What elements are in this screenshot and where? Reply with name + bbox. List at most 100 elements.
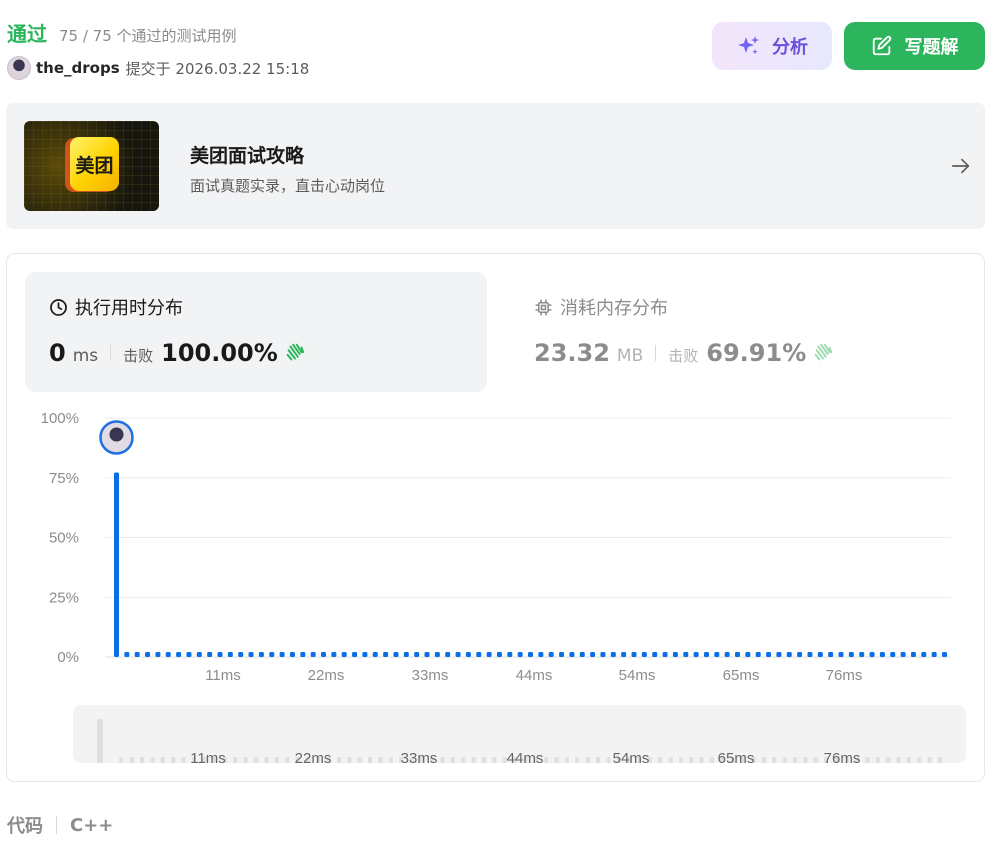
chart-bar <box>910 652 916 657</box>
navigator-bar <box>243 757 248 763</box>
chart-bar <box>900 652 906 657</box>
chart-bar <box>724 652 730 657</box>
navigator-bar <box>254 757 259 763</box>
chart-bar <box>662 652 668 657</box>
chart-bar <box>683 652 689 657</box>
navigator-tick-label: 11ms <box>190 750 226 767</box>
arrow-right-icon <box>951 158 970 174</box>
navigator-bar <box>606 757 611 763</box>
x-tick-label: 33ms <box>412 667 449 684</box>
chart-bar <box>258 652 264 657</box>
x-tick-label: 76ms <box>826 667 863 684</box>
navigator-bar <box>575 757 580 763</box>
navigator-bar <box>585 757 590 763</box>
promo-banner[interactable]: 美团 美团面试攻略 面试真题实录，直击心动岗位 <box>6 103 985 229</box>
chart-bar <box>735 652 740 657</box>
navigator-bar <box>544 757 549 763</box>
chart-bar <box>434 652 440 657</box>
chart-bar <box>217 652 223 657</box>
chart-bar <box>579 652 585 657</box>
navigator-bar <box>668 757 673 763</box>
navigator-bar <box>440 757 445 763</box>
navigator-bar <box>150 757 155 763</box>
navigator-bar <box>388 757 393 763</box>
analyze-button[interactable]: 分析 <box>712 22 832 70</box>
write-solution-button[interactable]: 写题解 <box>844 22 985 70</box>
chart-bar <box>227 652 233 657</box>
navigator-bar <box>927 757 932 763</box>
y-tick-label: 50% <box>49 530 79 547</box>
navigator-tick-label: 22ms <box>295 750 332 767</box>
username[interactable]: the_drops <box>36 59 120 77</box>
chart-bar <box>817 652 823 657</box>
navigator-bar <box>347 757 352 763</box>
y-tick-label: 25% <box>49 589 79 606</box>
x-tick-label: 11ms <box>205 667 241 684</box>
chart-bar <box>600 652 606 657</box>
avatar-hair <box>109 427 124 442</box>
navigator-bar <box>160 757 165 763</box>
write-solution-label: 写题解 <box>904 37 959 58</box>
chart-bar <box>745 652 751 657</box>
chart-bar <box>445 652 451 657</box>
submission-status: 通过 75 / 75 个通过的测试用例 <box>7 18 237 47</box>
chart-bar <box>714 652 720 657</box>
chart-bar <box>124 652 130 657</box>
runtime-distribution-chart[interactable]: 0% 25% 50% 75% 100% 11ms 22ms 33ms 44ms 54ms 65ms 7… <box>7 254 984 781</box>
code-language[interactable]: C++ <box>70 815 113 836</box>
performance-panel: 执行用时分布 0 ms 击败 100.00% 消耗内存分布 23.32 MB 击… <box>6 253 985 782</box>
navigator-bar <box>336 757 341 763</box>
chart-bar <box>890 652 896 657</box>
navigator-bar <box>761 757 766 763</box>
navigator-bar <box>264 757 269 763</box>
x-tick-label: 22ms <box>308 667 345 684</box>
chart-bar <box>134 652 140 657</box>
chart-bar <box>776 652 782 657</box>
navigator-bar <box>689 757 694 763</box>
sparkle-icon <box>738 36 759 55</box>
chart-bar <box>507 652 513 657</box>
user-avatar[interactable] <box>7 56 31 80</box>
chart-bar <box>869 652 875 657</box>
chart-bar <box>196 652 202 657</box>
status-accepted: 通过 <box>7 22 47 46</box>
chart-bar <box>331 652 337 657</box>
chart-bar <box>838 652 844 657</box>
navigator-bar <box>368 757 373 763</box>
y-tick-label: 0% <box>57 649 79 666</box>
navigator-tick-label: 33ms <box>401 750 438 767</box>
navigator-bar <box>710 757 715 763</box>
chart-bar <box>548 652 554 657</box>
navigator-bar <box>813 757 818 763</box>
navigator-bar <box>181 757 186 763</box>
navigator-bar <box>938 757 942 763</box>
chart-bar <box>828 652 834 657</box>
chart-bar <box>476 652 482 657</box>
chart-bar <box>921 652 927 657</box>
chart-bar <box>207 652 213 657</box>
banner-title: 美团面试攻略 <box>190 145 305 167</box>
navigator-tick-label: 44ms <box>507 750 544 767</box>
navigator-bar <box>171 757 176 763</box>
navigator-bar <box>886 757 891 763</box>
edit-icon <box>872 35 891 56</box>
navigator-bar <box>678 757 683 763</box>
y-tick-label: 100% <box>41 410 79 427</box>
navigator-tick-label: 65ms <box>718 750 755 767</box>
navigator-tick-label: 76ms <box>824 750 861 767</box>
chart-bar <box>703 652 709 657</box>
chart-bar <box>590 652 596 657</box>
chart-bar <box>372 652 378 657</box>
chart-bar <box>755 652 761 657</box>
navigator-bar <box>140 757 145 763</box>
chart-bar <box>672 652 678 657</box>
chart-bar <box>465 652 471 657</box>
chart-bar <box>496 652 502 657</box>
chart-bar <box>848 652 854 657</box>
chart-bar <box>300 652 306 657</box>
banner-subtitle: 面试真题实录，直击心动岗位 <box>190 177 386 195</box>
chart-bar <box>807 652 813 657</box>
chart-bar <box>693 652 699 657</box>
chart-bar <box>393 652 399 657</box>
chart-bar <box>641 652 647 657</box>
